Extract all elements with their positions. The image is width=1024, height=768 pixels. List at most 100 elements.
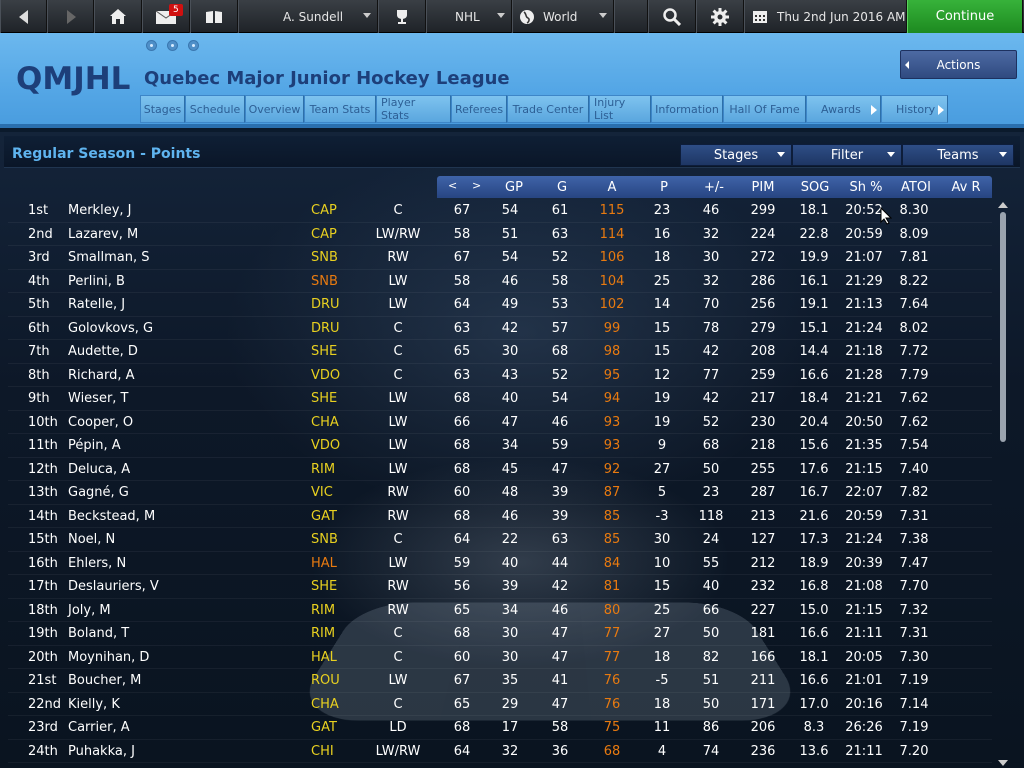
player-name-link[interactable]: Boucher, M: [68, 673, 141, 688]
team-link[interactable]: GAT: [311, 720, 337, 735]
table-row[interactable]: 20th Moynihan, D HAL C 60 30 47 77 18 82 166 18.1 20…: [8, 646, 992, 669]
settings-button[interactable]: [696, 0, 744, 33]
search-button[interactable]: [648, 0, 696, 33]
inbox-button[interactable]: 5: [142, 0, 190, 33]
table-row[interactable]: 22nd Kielly, K CHA C 65 29 47 76 18 50 171 17.0 20:1…: [8, 693, 992, 716]
tab-schedule[interactable]: Schedule: [185, 95, 245, 123]
player-name-link[interactable]: Ratelle, J: [68, 297, 125, 312]
column-header[interactable]: +/-: [689, 180, 739, 195]
player-name-link[interactable]: Audette, D: [68, 344, 138, 359]
table-row[interactable]: 2nd Lazarev, M CAP LW/RW 58 51 63 114 16 32 224 22.…: [8, 223, 992, 246]
table-row[interactable]: 5th Ratelle, J DRU LW 64 49 53 102 14 70 256 19.1 21…: [8, 293, 992, 317]
team-link[interactable]: HAL: [311, 650, 337, 665]
player-name-link[interactable]: Smallman, S: [68, 250, 150, 265]
player-name-link[interactable]: Cooper, O: [68, 415, 133, 430]
team-link[interactable]: SHE: [311, 391, 337, 406]
team-link[interactable]: CAP: [311, 227, 337, 242]
player-name-link[interactable]: Perlini, B: [68, 274, 125, 289]
table-row[interactable]: 3rd Smallman, S SNB RW 67 54 52 106 18 30 272 19.9 2…: [8, 246, 992, 270]
team-link[interactable]: DRU: [311, 297, 340, 312]
table-row[interactable]: 12th Deluca, A RIM LW 68 45 47 92 27 50 255 17.6 21:…: [8, 458, 992, 481]
team-link[interactable]: CHA: [311, 415, 339, 430]
team-link[interactable]: SNB: [311, 250, 338, 265]
column-header[interactable]: A: [587, 180, 637, 195]
manager-dropdown[interactable]: A. Sundell: [238, 0, 378, 33]
team-link[interactable]: RIM: [311, 603, 335, 618]
tab-team-stats[interactable]: Team Stats: [304, 95, 376, 123]
team-link[interactable]: CHA: [311, 697, 339, 712]
team-link[interactable]: VDO: [311, 368, 340, 383]
player-name-link[interactable]: Ehlers, N: [68, 556, 126, 571]
table-row[interactable]: 23rd Carrier, A GAT LD 68 17 58 75 11 86 206 8.3 26:…: [8, 716, 992, 740]
table-row[interactable]: 7th Audette, D SHE C 65 30 68 98 15 42 208 14.4 21:1…: [8, 340, 992, 364]
player-name-link[interactable]: Moynihan, D: [68, 650, 149, 665]
player-name-link[interactable]: Joly, M: [68, 603, 111, 618]
table-row[interactable]: 18th Joly, M RIM RW 65 34 46 80 25 66 227 15.0 21:15…: [8, 599, 992, 622]
team-link[interactable]: SNB: [311, 532, 338, 547]
back-button[interactable]: [0, 0, 47, 33]
table-row[interactable]: 9th Wieser, T SHE LW 68 40 54 94 19 42 217 18.4 21:2…: [8, 387, 992, 411]
tab-stages[interactable]: Stages: [140, 95, 185, 123]
team-link[interactable]: RIM: [311, 626, 335, 641]
tab-hall-of-fame[interactable]: Hall Of Fame: [723, 95, 806, 123]
player-name-link[interactable]: Gagné, G: [68, 485, 129, 500]
column-header[interactable]: GP: [489, 180, 539, 195]
player-name-link[interactable]: Beckstead, M: [68, 509, 155, 524]
tab-overview[interactable]: Overview: [245, 95, 304, 123]
table-row[interactable]: 8th Richard, A VDO C 63 43 52 95 12 77 259 16.6 21:2…: [8, 364, 992, 387]
team-link[interactable]: CAP: [311, 203, 337, 218]
tab-referees[interactable]: Referees: [451, 95, 507, 123]
tab-injury-list[interactable]: Injury List: [589, 95, 651, 123]
page-dot[interactable]: [146, 40, 157, 51]
continue-button[interactable]: Continue: [907, 0, 1023, 33]
column-header[interactable]: SOG: [790, 180, 840, 195]
team-link[interactable]: VDO: [311, 438, 340, 453]
league-dropdown[interactable]: NHL: [426, 0, 512, 33]
team-link[interactable]: DRU: [311, 321, 340, 336]
table-row[interactable]: 4th Perlini, B SNB LW 58 46 58 104 25 32 286 16.1 21…: [8, 270, 992, 293]
scouting-button[interactable]: [190, 0, 238, 33]
team-link[interactable]: HAL: [311, 556, 337, 571]
tab-information[interactable]: Information: [651, 95, 723, 123]
player-name-link[interactable]: Merkley, J: [68, 203, 132, 218]
column-header[interactable]: Sh %: [841, 180, 891, 195]
table-row[interactable]: 19th Boland, T RIM C 68 30 47 77 27 50 181 16.6 21:1…: [8, 622, 992, 646]
player-name-link[interactable]: Wieser, T: [68, 391, 129, 406]
team-link[interactable]: CHI: [311, 744, 334, 759]
player-name-link[interactable]: Noel, N: [68, 532, 115, 547]
team-link[interactable]: VIC: [311, 485, 333, 500]
table-row[interactable]: 11th Pépin, A VDO LW 68 34 59 93 9 68 218 15.6 21:35…: [8, 434, 992, 458]
table-row[interactable]: 24th Puhakka, J CHI LW/RW 64 32 36 68 4 74 236 13.6…: [8, 740, 992, 763]
table-row[interactable]: 17th Deslauriers, V SHE RW 56 39 42 81 15 40 232 16…: [8, 575, 992, 599]
calendar-button[interactable]: Thu 2nd Jun 2016 AM: [744, 0, 907, 33]
page-prev-button[interactable]: <: [448, 179, 457, 192]
actions-button[interactable]: Actions: [900, 50, 1017, 79]
tab-trade-center[interactable]: Trade Center: [507, 95, 589, 123]
player-name-link[interactable]: Kielly, K: [68, 697, 120, 712]
player-name-link[interactable]: Pépin, A: [68, 438, 121, 453]
column-header[interactable]: Av R: [941, 180, 991, 195]
player-name-link[interactable]: Boland, T: [68, 626, 129, 641]
filter-dropdown[interactable]: Filter: [792, 144, 902, 166]
team-link[interactable]: GAT: [311, 509, 337, 524]
tab-player-stats[interactable]: Player Stats: [376, 95, 451, 123]
table-row[interactable]: 21st Boucher, M ROU LW 67 35 41 76 -5 51 211 16.6 21…: [8, 669, 992, 693]
trophy-button[interactable]: [378, 0, 426, 33]
player-name-link[interactable]: Deluca, A: [68, 462, 130, 477]
teams-dropdown[interactable]: Teams: [902, 144, 1014, 166]
player-name-link[interactable]: Deslauriers, V: [68, 579, 159, 594]
tab-history[interactable]: History: [881, 95, 948, 123]
table-row[interactable]: 14th Beckstead, M GAT RW 68 46 39 85 -3 118 213 21.…: [8, 505, 992, 528]
region-dropdown[interactable]: World: [512, 0, 614, 33]
player-name-link[interactable]: Lazarev, M: [68, 227, 138, 242]
page-next-button[interactable]: >: [472, 179, 481, 192]
player-name-link[interactable]: Carrier, A: [68, 720, 130, 735]
player-name-link[interactable]: Golovkovs, G: [68, 321, 153, 336]
player-name-link[interactable]: Richard, A: [68, 368, 135, 383]
stages-dropdown[interactable]: Stages: [680, 144, 792, 166]
home-button[interactable]: [94, 0, 142, 33]
column-header[interactable]: G: [537, 180, 587, 195]
forward-button[interactable]: [47, 0, 94, 33]
table-row[interactable]: 1st Merkley, J CAP C 67 54 61 115 23 46 299 18.1 20:…: [8, 199, 992, 223]
column-header[interactable]: P: [639, 180, 689, 195]
